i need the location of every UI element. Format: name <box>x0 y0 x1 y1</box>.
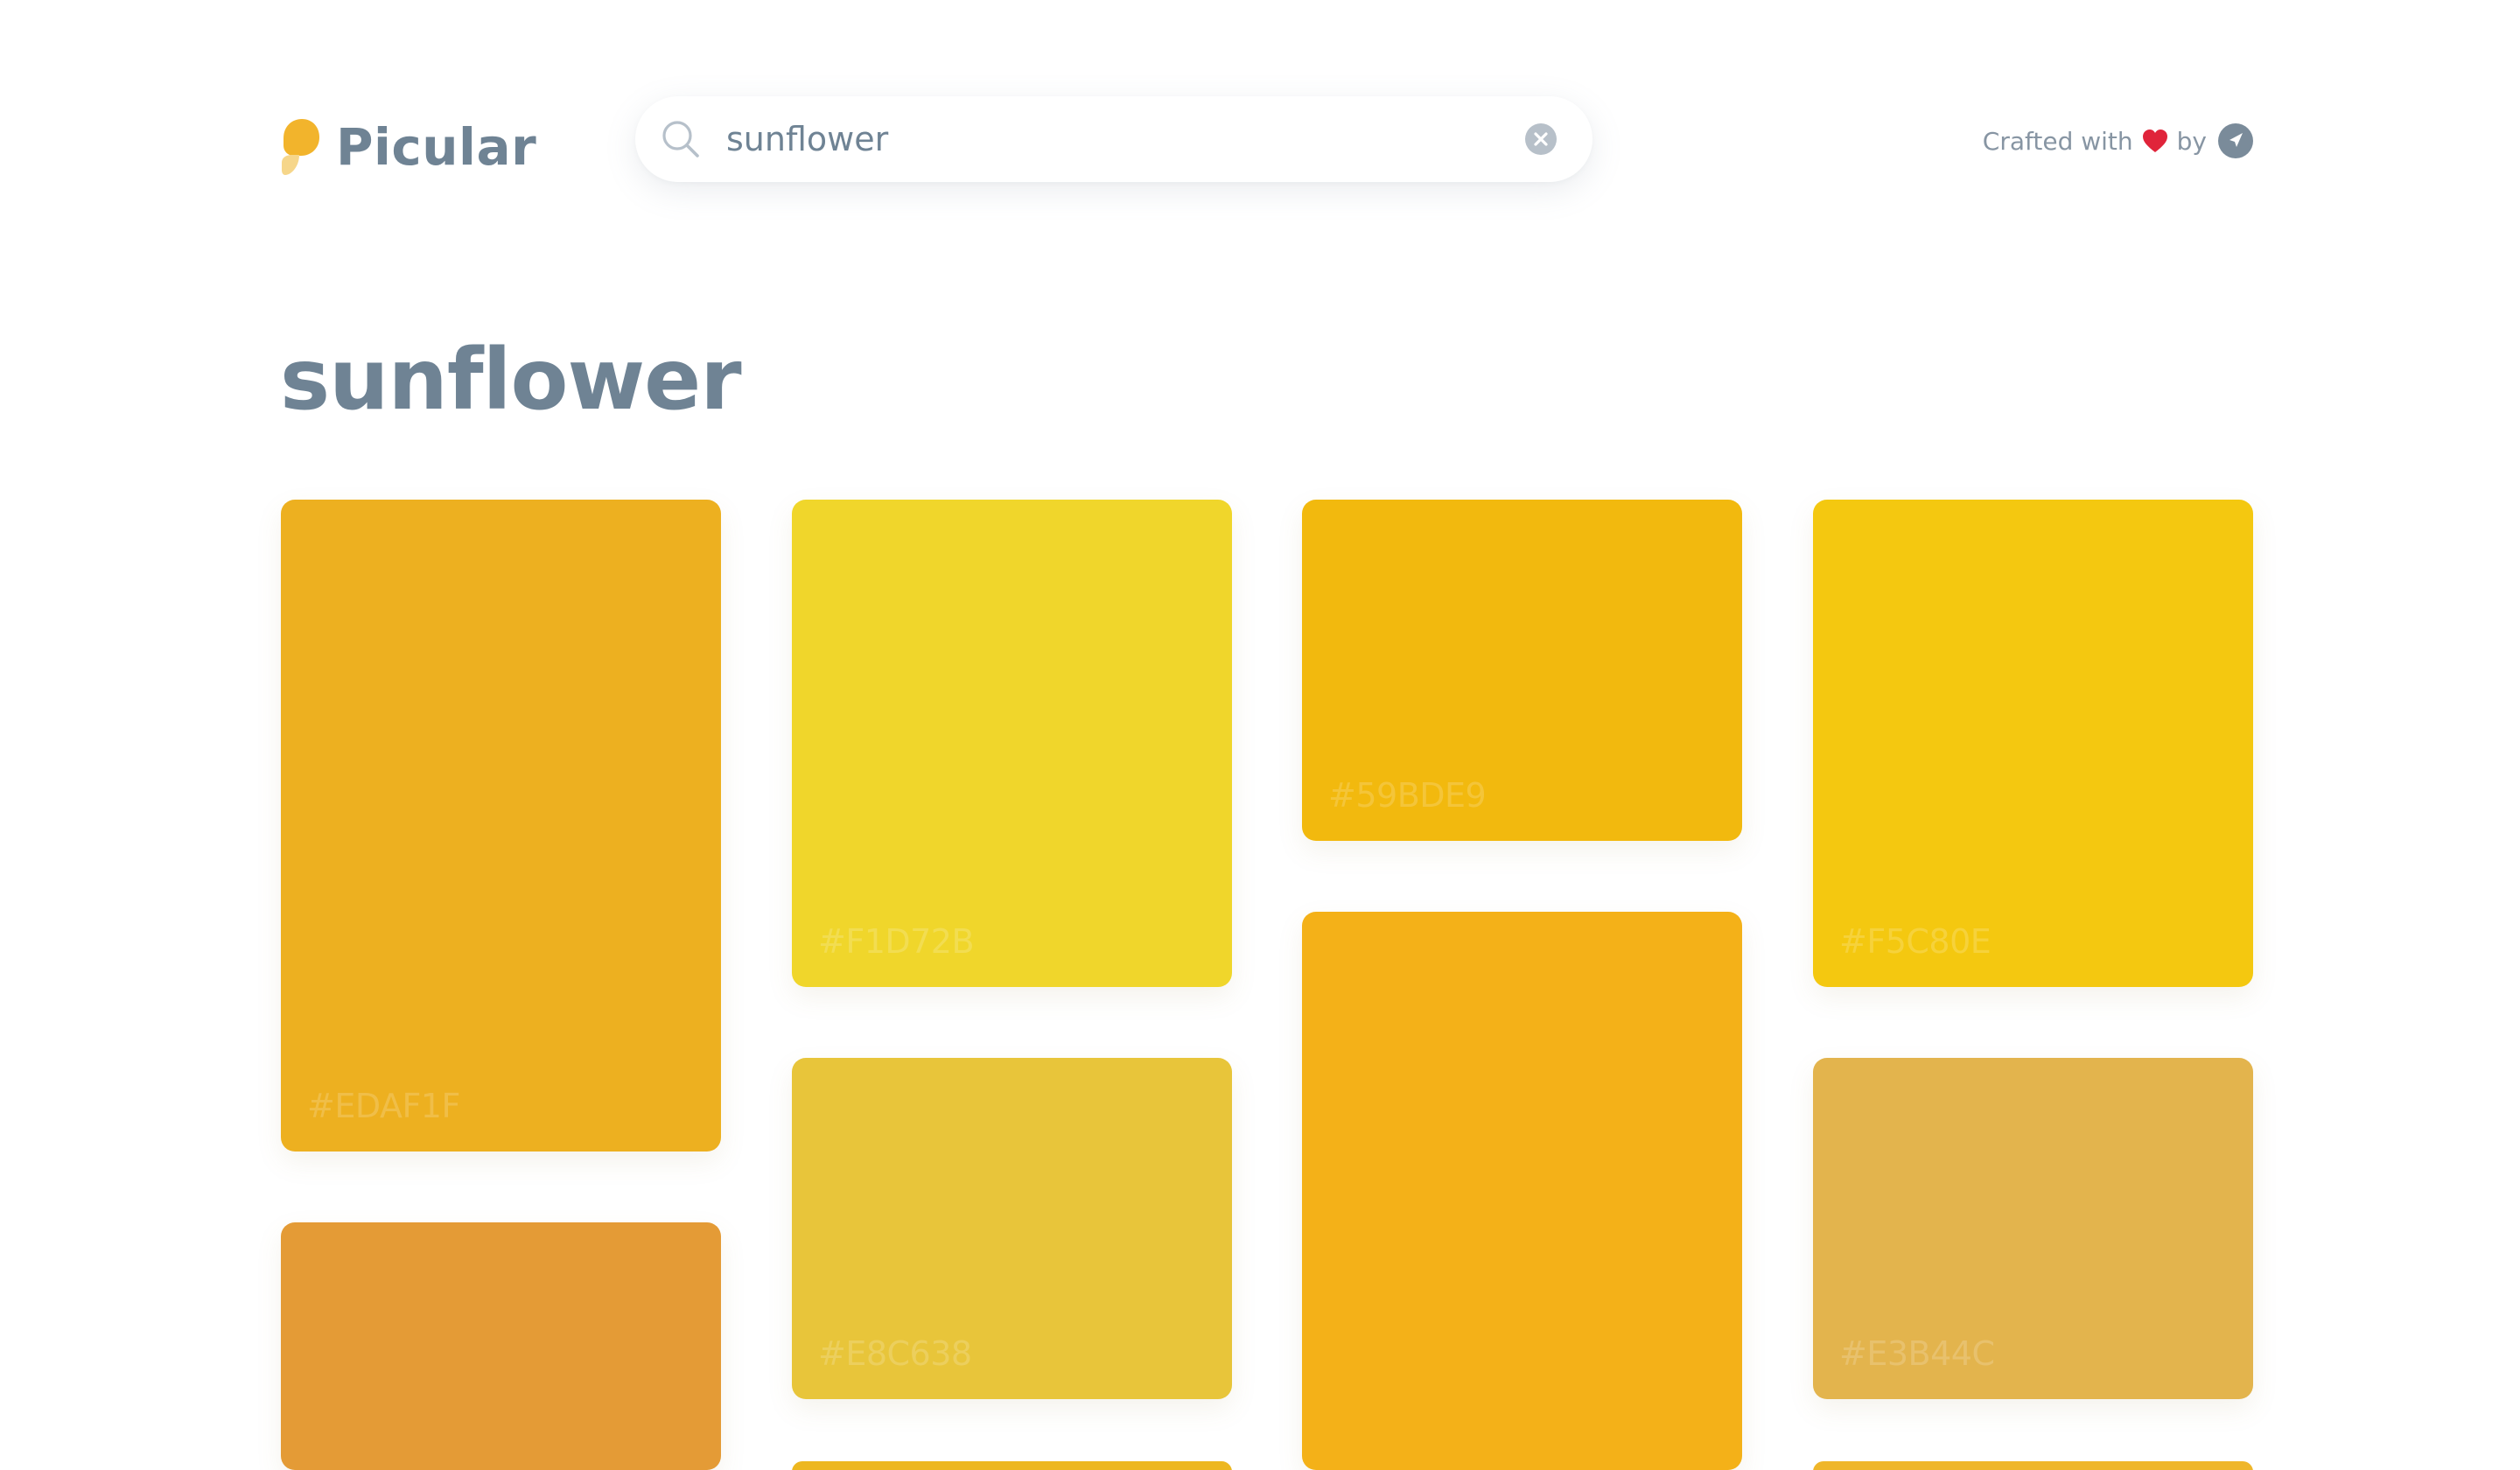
color-swatch[interactable]: #59BDE9 <box>1302 500 1742 841</box>
heart-icon <box>2142 130 2167 152</box>
swatch-hex-label: #F5C80E <box>1839 922 1992 961</box>
swatch-hex-label: #EDAF1F <box>307 1087 460 1125</box>
color-swatch[interactable]: #F5C80E <box>1813 500 2253 987</box>
search-icon <box>662 121 699 158</box>
color-swatch[interactable] <box>1302 912 1742 1470</box>
swatch-hex-label: #E8C638 <box>818 1334 972 1373</box>
page: Picular Crafted with by sunflower #EDAF1… <box>0 0 2520 1470</box>
logo-text: Picular <box>336 117 537 177</box>
swatch-hex-label: #59BDE9 <box>1328 776 1487 815</box>
search-input[interactable] <box>726 120 1524 158</box>
search-bar <box>635 96 1592 182</box>
color-swatch[interactable]: #F1D72B <box>792 500 1232 987</box>
swatch-hex-label: #E3B44C <box>1839 1334 1995 1373</box>
color-swatch-peek[interactable] <box>792 1461 1232 1470</box>
credit-by: by <box>2176 126 2207 156</box>
clear-search-icon[interactable] <box>1524 122 1558 156</box>
color-swatch[interactable]: #E3B44C <box>1813 1058 2253 1399</box>
color-swatch[interactable]: #E8C638 <box>792 1058 1232 1399</box>
credit-text: Crafted with <box>1982 126 2133 156</box>
color-swatch[interactable]: #EDAF1F <box>281 500 721 1152</box>
picular-logo-icon <box>282 119 319 175</box>
logo-link[interactable]: Picular <box>280 117 536 177</box>
author-rocket-icon[interactable] <box>2217 122 2254 159</box>
color-swatch-peek[interactable] <box>1813 1461 2253 1470</box>
swatch-hex-label: #F1D72B <box>818 922 975 961</box>
credit: Crafted with by <box>1983 122 2254 159</box>
color-swatch[interactable] <box>281 1222 721 1470</box>
page-title: sunflower <box>280 331 742 429</box>
